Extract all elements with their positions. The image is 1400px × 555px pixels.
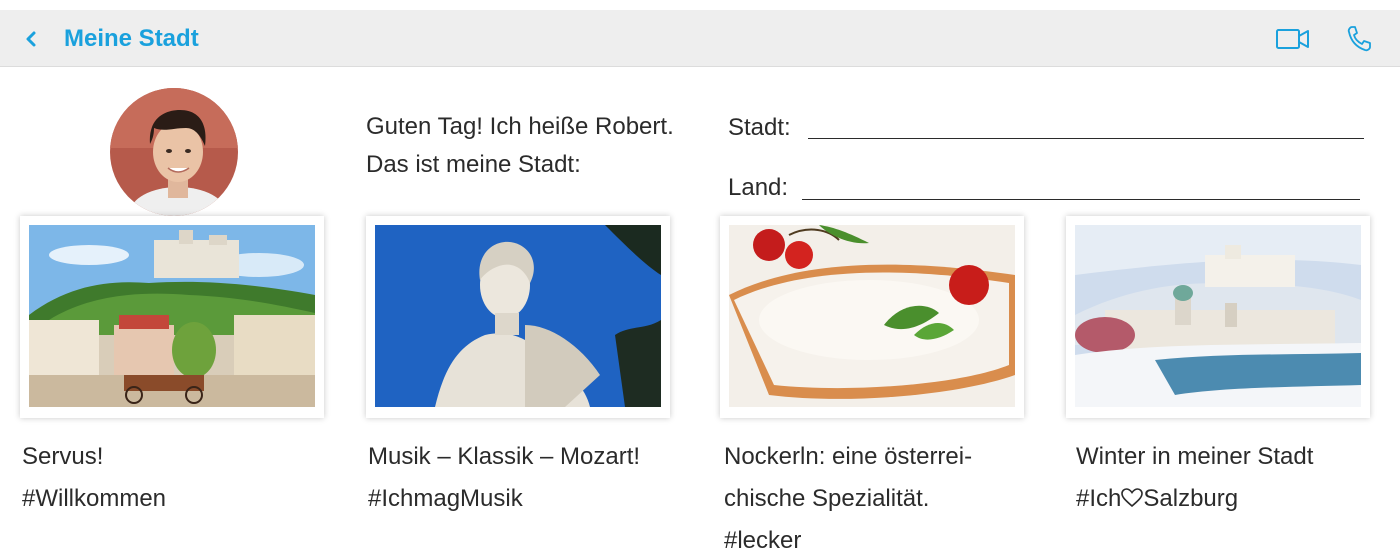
chevron-left-icon (26, 31, 36, 47)
post-caption-2: Musik – Klassik – Mozart! #IchmagMusik (368, 436, 640, 520)
post-caption-4: Winter in meiner Stadt #Ich Salzburg (1076, 436, 1313, 520)
photo-card-square[interactable] (20, 216, 324, 418)
boy-portrait-image (110, 88, 238, 216)
hashtag-line: #Willkommen (22, 485, 167, 512)
phone-call-button[interactable] (1340, 24, 1378, 54)
mozart-statue-photo (375, 225, 661, 407)
nockerln-dessert-photo (729, 225, 1015, 407)
city-intro-line: Das ist meine Stadt: (366, 151, 581, 178)
city-label: Stadt: (728, 114, 791, 141)
photo-card-statue[interactable] (366, 216, 670, 418)
caption-line: Nockerln: eine österrei- (724, 443, 973, 470)
heart-icon (1121, 488, 1144, 508)
caption-line: Musik – Klassik – Mozart! (368, 443, 641, 470)
video-call-button[interactable] (1274, 24, 1312, 54)
photo-card-dessert[interactable] (720, 216, 1024, 418)
salzburg-winter-photo (1075, 225, 1361, 407)
hashtag-line: #lecker (724, 527, 802, 554)
back-button[interactable] (18, 24, 46, 54)
caption-line-2: chische Spezialität. (724, 485, 930, 512)
city-answer-line[interactable] (808, 138, 1364, 139)
chat-header: Meine Stadt (0, 10, 1400, 67)
post-caption-1: Servus! #Willkommen (22, 436, 166, 520)
post-caption-3: Nockerln: eine österrei- chische Spezial… (724, 436, 972, 555)
caption-line: Servus! (22, 443, 104, 470)
video-camera-icon (1276, 29, 1309, 49)
caption-line: Winter in meiner Stadt (1076, 443, 1314, 470)
page-title: Meine Stadt (64, 25, 199, 52)
country-answer-line[interactable] (802, 199, 1360, 200)
greeting-line: Guten Tag! Ich heiße Robert. (366, 113, 674, 140)
hashtag-line: #IchmagMusik (368, 485, 523, 512)
hashtag-suffix: Salzburg (1143, 485, 1239, 512)
salzburg-square-photo (29, 225, 315, 407)
photo-card-winter[interactable] (1066, 216, 1370, 418)
profile-avatar (110, 88, 238, 216)
phone-icon (1347, 26, 1371, 52)
hashtag-prefix: #Ich (1076, 485, 1122, 512)
intro-text: Guten Tag! Ich heiße Robert. Das ist mei… (366, 108, 674, 184)
hashtag-line: #Ich Salzburg (1076, 478, 1313, 520)
country-label: Land: (728, 174, 789, 201)
